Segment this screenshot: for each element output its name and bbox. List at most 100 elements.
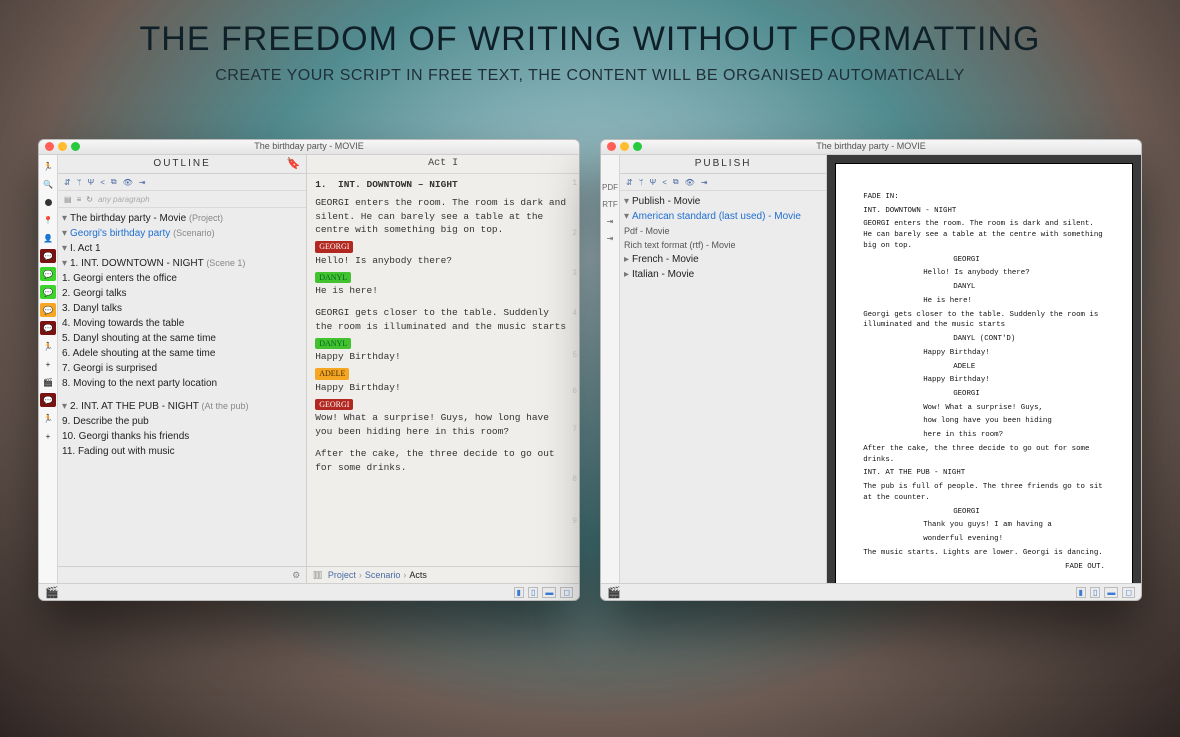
minimize-icon[interactable] (58, 142, 67, 151)
script-editor[interactable]: Act I 1. INT. DOWNTOWN – NIGHT1 GEORGI e… (307, 155, 579, 583)
dialogue-text[interactable]: Wow! What a surprise! Guys, how long hav… (315, 411, 569, 439)
dialogue-text[interactable]: Happy Birthday! (315, 381, 569, 395)
titlebar[interactable]: The birthday party - MOVIE (601, 140, 1141, 155)
dialogue-text[interactable]: He is here! (315, 284, 569, 298)
action-text[interactable]: After the cake, the three decide to go o… (315, 447, 569, 475)
tree-beat[interactable]: 6. Adele shouting at the same time (62, 346, 302, 361)
layout-2-icon[interactable]: ▯ (528, 587, 538, 598)
fork-icon[interactable]: Ψ (88, 178, 95, 187)
tree-beat[interactable]: 2. Georgi talks (62, 286, 302, 301)
crumb-scenario[interactable]: Scenario (365, 570, 401, 580)
speech-green2-icon[interactable]: 💬 (40, 285, 56, 299)
runner3-icon[interactable]: 🏃 (40, 411, 56, 425)
layout-1-icon[interactable]: ▮ (1076, 587, 1086, 598)
copy-icon[interactable]: ⧉ (673, 177, 679, 187)
clapper-icon[interactable]: 🎬 (40, 375, 56, 389)
export-icon[interactable]: ⇥ (701, 178, 708, 187)
tree-beat[interactable]: 1. Georgi enters the office (62, 271, 302, 286)
dot-icon[interactable] (45, 199, 52, 206)
tree-publish-root[interactable]: ▾Publish - Movie (624, 194, 822, 209)
tree-project[interactable]: ▾The birthday party - Movie (Project) (62, 211, 302, 226)
tree-pdf[interactable]: Pdf - Movie (624, 224, 822, 238)
tree-beat[interactable]: 3. Danyl talks (62, 301, 302, 316)
layout-1-icon[interactable]: ▮ (514, 587, 524, 598)
tree-french[interactable]: ▸French - Movie (624, 252, 822, 267)
tree-beat[interactable]: 11. Fading out with music (62, 444, 302, 459)
tree-rtf[interactable]: Rich text format (rtf) - Movie (624, 238, 822, 252)
clapper-icon[interactable]: 🎬 (45, 586, 59, 599)
share-icon[interactable]: < (100, 178, 105, 187)
runner2-icon[interactable]: 🏃 (40, 339, 56, 353)
editor-act-heading: Act I (307, 155, 579, 174)
crumb-acts[interactable]: Acts (409, 570, 427, 580)
layout-3-icon[interactable]: ▬ (1104, 587, 1118, 598)
branch-icon[interactable]: ᛘ (77, 178, 82, 187)
tree-scenario[interactable]: ▾Georgi's birthday party (Scenario) (62, 226, 302, 241)
dialogue-text[interactable]: Happy Birthday! (315, 350, 569, 364)
add2-icon[interactable]: + (40, 429, 56, 443)
crumb-project[interactable]: Project (328, 570, 356, 580)
layout-4-icon[interactable]: ◻ (1122, 587, 1135, 598)
dialogue-text[interactable]: Hello! Is anybody there? (315, 254, 569, 268)
lines-icon[interactable]: ≡ (77, 195, 82, 204)
eye-icon[interactable]: 👁 (685, 178, 695, 187)
tree-scene-1[interactable]: ▾1. INT. DOWNTOWN - NIGHT (Scene 1) (62, 256, 302, 271)
add-icon[interactable]: + (40, 357, 56, 371)
character-tag-georgi[interactable]: GEORGI (315, 241, 353, 253)
close-icon[interactable] (607, 142, 616, 151)
eye-icon[interactable]: 👁 (123, 178, 133, 187)
fork-icon[interactable]: Ψ (650, 178, 657, 187)
tree-beat[interactable]: 10. Georgi thanks his friends (62, 429, 302, 444)
layout-2-icon[interactable]: ▯ (1090, 587, 1100, 598)
tree-beat[interactable]: 9. Describe the pub (62, 414, 302, 429)
sliders-icon[interactable]: ⚙ (292, 570, 300, 581)
layout-3-icon[interactable]: ▬ (542, 587, 556, 598)
refresh-icon[interactable]: ↻ (86, 195, 93, 204)
action-text[interactable]: GEORGI gets closer to the table. Suddenl… (315, 306, 569, 334)
character-tag-adele[interactable]: ADELE (315, 368, 349, 380)
tree-icon[interactable]: ⇵ (64, 178, 71, 187)
rtf-icon[interactable]: RTF (602, 200, 617, 209)
zoom-icon[interactable] (633, 142, 642, 151)
export-icon[interactable]: ⇥ (607, 217, 614, 226)
tree-beat[interactable]: 7. Georgi is surprised (62, 361, 302, 376)
branch-icon[interactable]: ᛘ (639, 178, 644, 187)
copy-icon[interactable]: ⧉ (111, 177, 117, 187)
zoom-icon[interactable] (71, 142, 80, 151)
layout-4-icon[interactable]: ◻ (560, 587, 573, 598)
export2-icon[interactable]: ⇥ (607, 234, 614, 243)
search-icon[interactable]: 🔍 (40, 177, 56, 191)
bookmark-icon[interactable]: 🔖 (286, 155, 302, 173)
filter-input[interactable]: any paragraph (98, 195, 150, 204)
person-icon[interactable]: 👤 (40, 231, 56, 245)
pin-icon[interactable]: 📍 (40, 213, 56, 227)
pdf-icon[interactable]: PDF (602, 183, 618, 192)
titlebar[interactable]: The birthday party - MOVIE (39, 140, 579, 155)
character-tag-danyl[interactable]: DANYL (315, 272, 351, 284)
tree-scene-2[interactable]: ▾2. INT. AT THE PUB - NIGHT (At the pub) (62, 399, 302, 414)
editor-body[interactable]: 1. INT. DOWNTOWN – NIGHT1 GEORGI enters … (307, 174, 579, 566)
speech-orange-icon[interactable]: 💬 (40, 303, 56, 317)
speech-red-icon[interactable]: 💬 (40, 249, 56, 263)
character-tag-georgi[interactable]: GEORGI (315, 399, 353, 411)
close-icon[interactable] (45, 142, 54, 151)
speech-red2-icon[interactable]: 💬 (40, 321, 56, 335)
minimize-icon[interactable] (620, 142, 629, 151)
speech-red3-icon[interactable]: 💬 (40, 393, 56, 407)
mixer-icon[interactable]: ⫿⫿⫿ (313, 570, 322, 581)
tree-italian[interactable]: ▸Italian - Movie (624, 267, 822, 282)
tree-icon[interactable]: ⇵ (626, 178, 633, 187)
runner-icon[interactable]: 🏃 (40, 159, 56, 173)
share-icon[interactable]: < (662, 178, 667, 187)
list-icon[interactable]: ▤ (64, 195, 72, 204)
tree-beat[interactable]: 8. Moving to the next party location (62, 376, 302, 391)
tree-beat[interactable]: 5. Danyl shouting at the same time (62, 331, 302, 346)
action-text[interactable]: GEORGI enters the room. The room is dark… (315, 196, 569, 237)
tree-act[interactable]: ▾I. Act 1 (62, 241, 302, 256)
character-tag-danyl[interactable]: DANYL (315, 338, 351, 350)
clapper-icon[interactable]: 🎬 (607, 586, 621, 599)
speech-green-icon[interactable]: 💬 (40, 267, 56, 281)
export-icon[interactable]: ⇥ (139, 178, 146, 187)
tree-beat[interactable]: 4. Moving towards the table (62, 316, 302, 331)
tree-american[interactable]: ▾American standard (last used) - Movie (624, 209, 822, 224)
